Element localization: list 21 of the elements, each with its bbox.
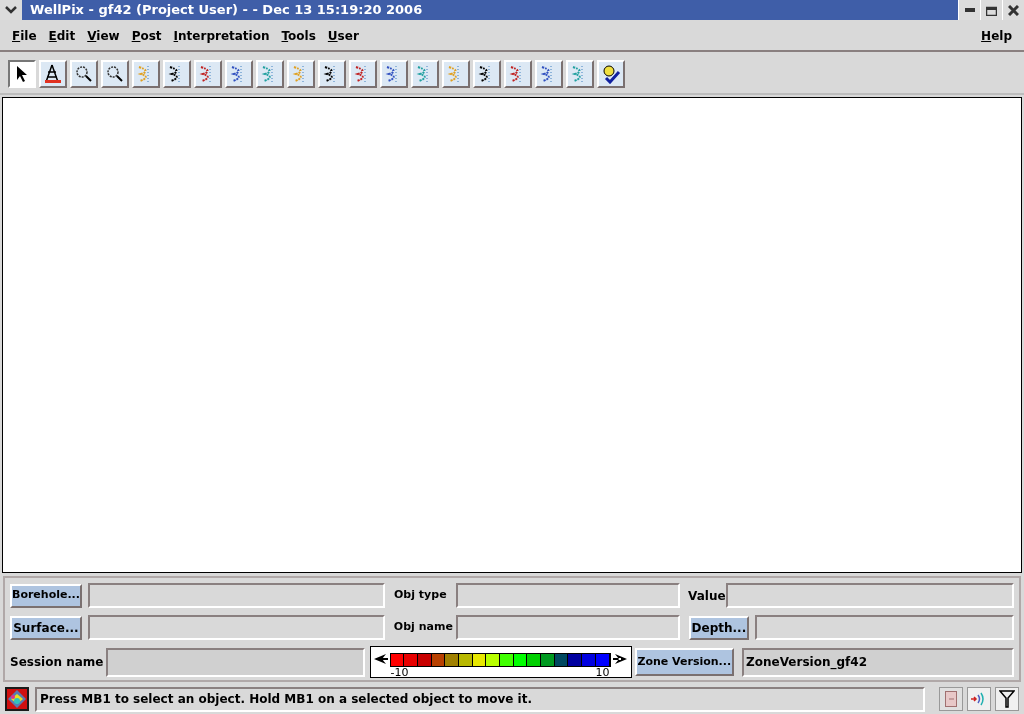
- depth-button[interactable]: Depth...: [689, 615, 749, 640]
- menu-item[interactable]: Tools: [275, 27, 322, 45]
- scale-max-label: 10: [595, 667, 610, 678]
- window-title: WellPix - gf42 (Project User) - - Dec 13 15:19:20 2006: [30, 1, 423, 20]
- status-message: Press MB1 to select an object. Hold MB1 on a selected object to move it.: [35, 686, 925, 712]
- scale-min-label: -10: [390, 667, 409, 678]
- menu-item[interactable]: Edit: [42, 27, 82, 45]
- menu-item[interactable]: Help: [975, 27, 1018, 45]
- zone-version-button[interactable]: Zone Version...: [634, 648, 735, 676]
- obj-type-label: Obj type: [394, 587, 448, 604]
- value-label: Value: [688, 587, 726, 605]
- session-name-label: Session name: [10, 654, 105, 671]
- surface-button[interactable]: Surface...: [10, 615, 82, 640]
- menu-item[interactable]: Interpretation: [167, 27, 276, 45]
- borehole-button[interactable]: Borehole...: [10, 583, 82, 608]
- menu-item[interactable]: File: [6, 27, 43, 45]
- menu-item[interactable]: User: [321, 27, 365, 45]
- menu-item[interactable]: View: [81, 27, 126, 45]
- zone-version-field[interactable]: ZoneVersion_gf42: [742, 647, 1014, 677]
- menu-item[interactable]: Post: [125, 27, 168, 45]
- obj-name-label: Obj name: [393, 619, 454, 636]
